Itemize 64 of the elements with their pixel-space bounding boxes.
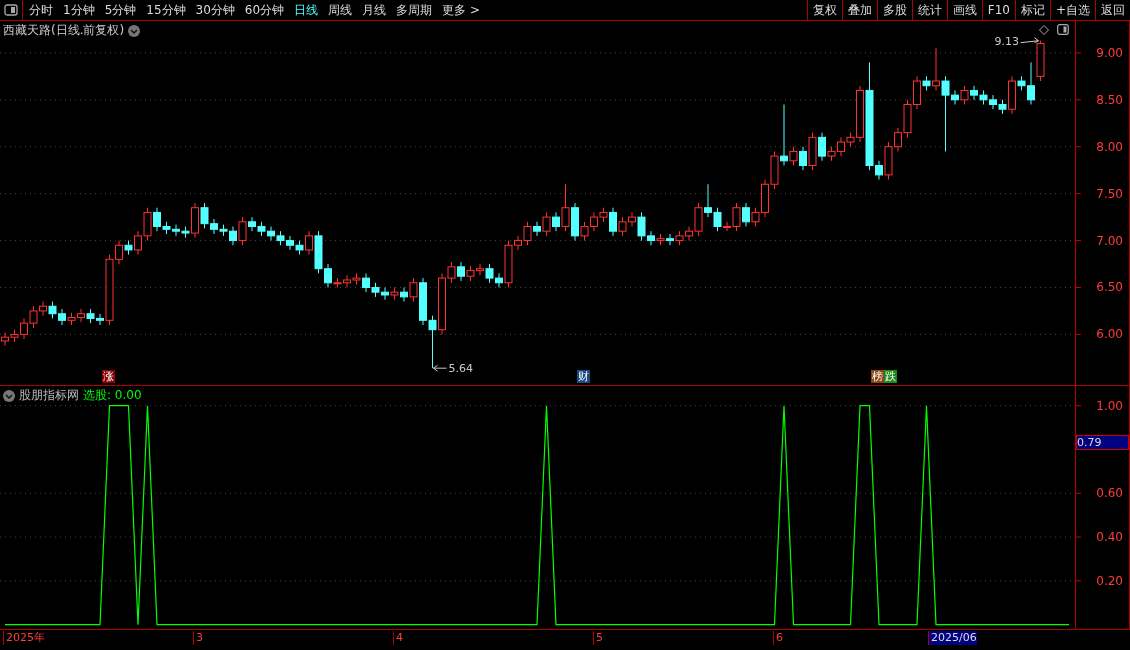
event-tag: 财: [577, 370, 590, 383]
candlestick: [457, 261, 465, 282]
date-label: 5: [593, 631, 603, 645]
price-axis-label: 9.00: [1096, 45, 1123, 60]
candlestick: [780, 104, 788, 166]
axis-label: 0.40: [1096, 530, 1123, 545]
panel-toggle-icon: [4, 4, 18, 16]
period-tab[interactable]: 多周期: [396, 1, 433, 19]
event-tag: 榜: [871, 370, 884, 383]
chevron-down-icon: [3, 389, 15, 402]
candlestick: [542, 211, 551, 237]
period-tab[interactable]: 60分钟: [244, 1, 285, 19]
date-label: 3: [193, 631, 203, 645]
candlestick: [932, 47, 940, 91]
diamond-icon: [1039, 24, 1049, 35]
period-tab[interactable]: 1分钟: [63, 1, 95, 19]
period-tab[interactable]: 15分钟: [146, 1, 186, 19]
arrow-icon: [433, 364, 447, 372]
date-label: 2025/06: [928, 631, 977, 645]
axis-label: 0.20: [1096, 573, 1123, 588]
date-label: 2025年: [3, 631, 45, 645]
candlestick: [742, 202, 750, 227]
axis-label: 0.60: [1096, 486, 1123, 501]
candlestick: [960, 85, 969, 106]
candlestick: [609, 207, 617, 237]
candlestick: [533, 221, 541, 237]
candlestick: [238, 216, 247, 246]
period-tab[interactable]: 日线: [294, 1, 319, 19]
period-tab[interactable]: 5分钟: [104, 1, 137, 19]
indicator-name: 股朋指标网: [19, 387, 79, 404]
series-name: 选股: [83, 388, 107, 402]
axis-label: 1.00: [1096, 398, 1123, 413]
period-tab[interactable]: 月线: [362, 1, 387, 19]
panel-toggle-icon: [1057, 24, 1069, 35]
indicator-reading: : 0.00: [107, 388, 142, 402]
chevron-down-icon: [128, 24, 141, 37]
period-tab[interactable]: 30分钟: [195, 1, 235, 19]
candlestick: [666, 233, 674, 246]
candlestick: [400, 286, 408, 303]
price-axis-label: 6.00: [1096, 327, 1123, 342]
candlestick: [409, 277, 418, 303]
period-tab[interactable]: 分时: [29, 1, 53, 19]
stock-title: 西藏天路(日线.前复权): [3, 22, 125, 39]
candlestick: [552, 211, 560, 232]
price-axis-label: 7.00: [1096, 233, 1123, 248]
candlestick: [789, 146, 798, 166]
date-label: 6: [773, 631, 783, 645]
event-tag: 跌: [884, 370, 897, 383]
candlestick: [818, 132, 826, 162]
candlestick: [305, 230, 313, 256]
candlestick: [799, 146, 807, 171]
price-axis-label: 7.50: [1096, 186, 1123, 201]
arrow-icon: [1020, 37, 1039, 44]
candlestick: [561, 183, 570, 232]
date-label: 4: [393, 631, 403, 645]
cursor-value: 0.79: [1076, 435, 1129, 450]
period-tab[interactable]: 更多 >: [442, 1, 480, 19]
high-price-label: 9.13: [994, 34, 1019, 48]
price-axis-label: 8.00: [1096, 139, 1123, 154]
event-tag: 涨: [102, 370, 115, 383]
period-tab[interactable]: 周线: [328, 1, 353, 19]
price-axis-label: 6.50: [1096, 280, 1123, 295]
price-axis-label: 8.50: [1096, 92, 1123, 107]
low-price-label: 5.64: [448, 362, 473, 376]
